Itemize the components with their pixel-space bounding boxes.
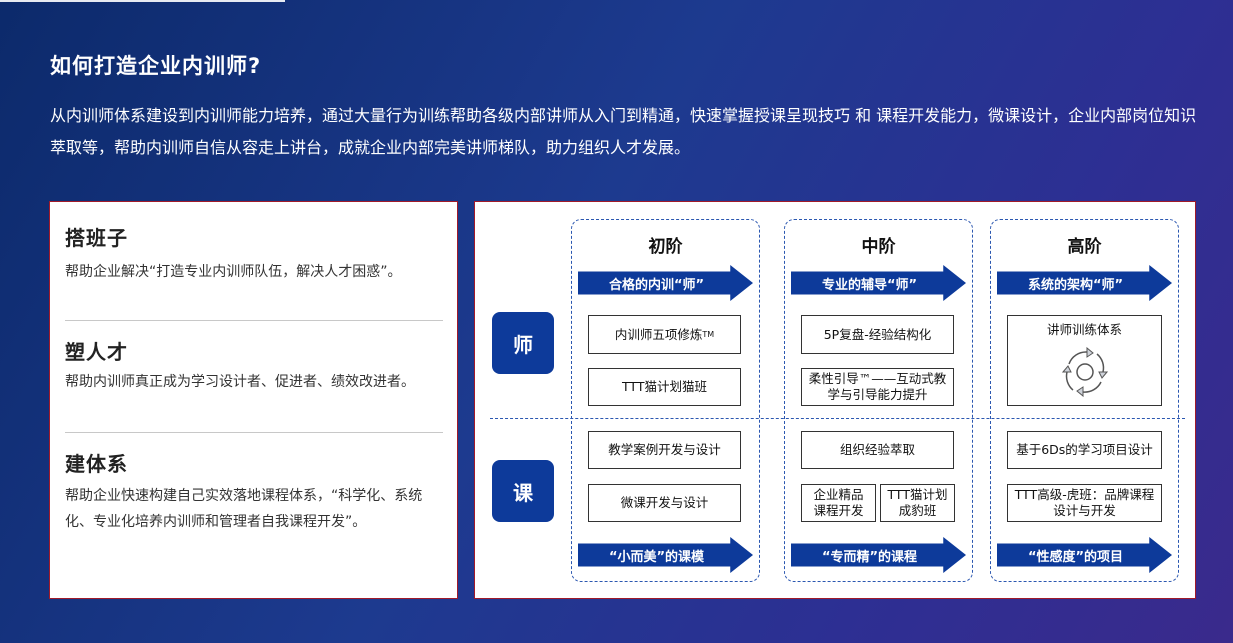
level-arrow-top: 系统的架构“师” xyxy=(997,265,1172,301)
program-box: 微课开发与设计 xyxy=(588,484,741,522)
divider xyxy=(65,320,443,321)
intro-text: 从内训师体系建设到内训师能力培养，通过大量行为训练帮助各级内部讲师从入门到精通，… xyxy=(50,106,1197,157)
level-arrow-bottom: “专而精”的课程 xyxy=(791,537,966,573)
level-arrow-top: 合格的内训“师” xyxy=(578,265,753,301)
section-system: 建体系 帮助企业快速构建自己实效落地课程体系，“科学化、系统化、专业化培养内训师… xyxy=(65,448,445,535)
program-box: 讲师训练体系 xyxy=(1007,315,1162,406)
role-badge-teacher: 师 xyxy=(492,312,554,374)
level-column-intermediate: 中阶 专业的辅导“师” 5P复盘-经验结构化 柔性引导™——互动式教学与引导能力… xyxy=(784,219,973,582)
section-title: 塑人才 xyxy=(65,340,128,364)
section-team: 搭班子 帮助企业解决“打造专业内训师队伍，解决人才困惑”。 xyxy=(65,222,445,285)
trademark-sup: TM xyxy=(702,329,715,339)
program-box: TTT高级-虎班：品牌课程设计与开发 xyxy=(1007,484,1162,522)
section-desc: 帮助企业解决“打造专业内训师队伍，解决人才困惑”。 xyxy=(65,264,402,280)
program-box: 内训师五项修炼 TM xyxy=(588,315,741,354)
program-label: 内训师五项修炼 xyxy=(614,326,703,342)
left-card: 搭班子 帮助企业解决“打造专业内训师队伍，解决人才困惑”。 塑人才 帮助内训师真… xyxy=(49,201,458,599)
level-arrow-bottom: “性感度”的项目 xyxy=(997,537,1172,573)
level-title: 高阶 xyxy=(1067,237,1102,257)
divider xyxy=(65,432,443,433)
section-talent: 塑人才 帮助内训师真正成为学习设计者、促进者、绩效改进者。 xyxy=(65,336,445,395)
cycle-arrows-icon xyxy=(1061,346,1108,398)
level-column-beginner: 初阶 合格的内训“师” 内训师五项修炼 TM TTT猫计划猫班 教学案例开发与设计… xyxy=(571,219,760,582)
program-box: 5P复盘-经验结构化 xyxy=(801,315,954,354)
program-box: TTT猫计划成豹班 xyxy=(880,484,955,522)
program-box: 组织经验萃取 xyxy=(801,431,954,469)
role-badge-course: 课 xyxy=(492,460,554,522)
level-arrow-top: 专业的辅导“师” xyxy=(791,265,966,301)
program-box: 教学案例开发与设计 xyxy=(588,431,741,469)
program-box: 企业精品课程开发 xyxy=(801,484,876,522)
right-card: 师 课 初阶 合格的内训“师” 内训师五项修炼 TM TTT猫计划猫班 教学案例开… xyxy=(474,201,1196,599)
top-accent-line xyxy=(0,0,285,2)
level-title: 中阶 xyxy=(861,237,896,257)
page-title: 如何打造企业内训师? xyxy=(50,54,262,78)
section-desc: 帮助企业快速构建自己实效落地课程体系，“科学化、系统化、专业化培养内训师和管理者… xyxy=(65,488,423,530)
level-column-advanced: 高阶 系统的架构“师” 讲师训练体系 基于6Ds的学习项目设计 TTT高级-虎班… xyxy=(990,219,1179,582)
level-arrow-bottom: “小而美”的课模 xyxy=(578,537,753,573)
program-box: 基于6Ds的学习项目设计 xyxy=(1007,431,1162,469)
level-title: 初阶 xyxy=(648,237,683,257)
section-desc: 帮助内训师真正成为学习设计者、促进者、绩效改进者。 xyxy=(65,374,415,390)
program-box: 柔性引导™——互动式教学与引导能力提升 xyxy=(801,368,954,406)
section-title: 建体系 xyxy=(65,452,128,476)
section-title: 搭班子 xyxy=(65,226,128,250)
program-box: TTT猫计划猫班 xyxy=(588,368,741,406)
program-label: 讲师训练体系 xyxy=(1046,322,1122,337)
